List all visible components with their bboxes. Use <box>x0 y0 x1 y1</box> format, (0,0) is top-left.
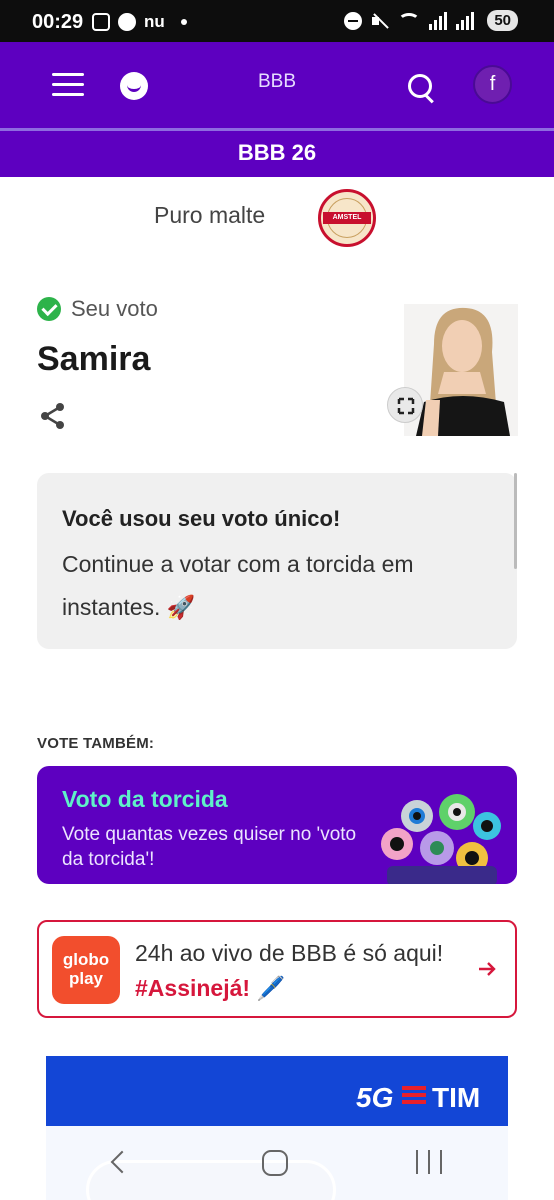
user-avatar[interactable]: f <box>473 65 512 104</box>
globoplay-promo-card[interactable]: globo play 24h ao vivo de BBB é só aqui!… <box>37 920 517 1018</box>
ad-5g-badge: 5G <box>356 1082 394 1113</box>
arrow-right-icon <box>479 962 496 976</box>
voto-torcida-description: Vote quantas vezes quiser no 'voto da to… <box>62 824 357 870</box>
nubank-icon: nu <box>144 12 165 31</box>
expand-icon[interactable] <box>387 387 423 423</box>
share-icon[interactable] <box>38 401 68 431</box>
globoplay-logo: globo play <box>52 936 120 1004</box>
home-icon[interactable] <box>262 1150 288 1176</box>
subheader-title: BBB 26 <box>0 131 554 177</box>
eyes-illustration-icon <box>381 794 501 884</box>
logo-band: AMSTEL <box>323 212 371 224</box>
account-icon <box>118 13 136 31</box>
info-card-body: Continue a votar com a torcida em instan… <box>62 551 414 620</box>
globoplay-text-prefix: 24h ao vivo de BBB é só aqui! <box>135 940 444 966</box>
notification-dot-icon <box>180 19 187 25</box>
pen-icon: 🖊️ <box>256 975 286 1001</box>
vote-status-label: Seu voto <box>71 296 158 321</box>
back-icon[interactable] <box>108 1150 130 1176</box>
card-scroll-edge <box>514 473 517 569</box>
amstel-logo: AMSTEL <box>318 189 376 247</box>
header-title: BBB <box>257 71 297 92</box>
status-bar: 00:29 nu 50 <box>0 0 554 42</box>
status-left-icons: nu <box>92 12 187 32</box>
wifi-icon <box>398 12 421 29</box>
globoplay-logo-line1: globo <box>62 950 110 969</box>
mute-icon <box>371 12 389 30</box>
system-nav-bar <box>0 1126 554 1200</box>
check-circle-icon <box>37 297 61 321</box>
do-not-disturb-icon <box>344 11 363 30</box>
recent-apps-icon[interactable] <box>416 1150 442 1174</box>
vote-info-card: Você usou seu voto único! Continue a vot… <box>37 473 517 649</box>
search-icon[interactable] <box>406 72 436 102</box>
vote-also-label: VOTE TAMBÉM: <box>37 735 155 752</box>
tim-logo-icon <box>402 1086 426 1108</box>
candidate-name: Samira <box>37 340 151 378</box>
globoplay-hashtag: #Assinejá! <box>135 975 251 1001</box>
globoplay-promo-text: 24h ao vivo de BBB é só aqui! #Assinejá!… <box>135 936 455 1006</box>
screenshot-icon <box>92 13 110 31</box>
globoplay-logo-line2: play <box>68 969 104 988</box>
ad-brand: TIM <box>432 1082 481 1113</box>
status-right-icons: 50 <box>344 10 518 31</box>
app-header: BBB f <box>0 42 554 128</box>
signal-icon <box>429 11 448 30</box>
sponsor-text: Puro malte <box>154 202 266 228</box>
battery-indicator: 50 <box>487 10 518 31</box>
status-time: 00:29 <box>32 11 84 33</box>
signal-2-icon <box>456 11 475 30</box>
voto-torcida-title: Voto da torcida <box>62 786 228 812</box>
voto-torcida-card[interactable]: Voto da torcida Vote quantas vezes quise… <box>37 766 517 884</box>
info-card-heading: Você usou seu voto único! <box>62 506 341 531</box>
